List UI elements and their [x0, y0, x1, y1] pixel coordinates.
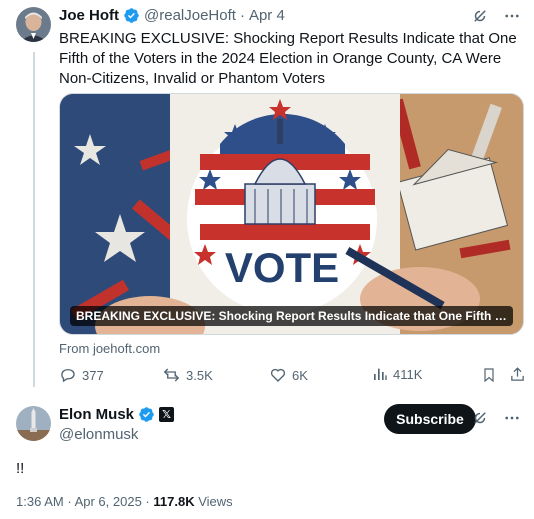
thread-line: [33, 52, 35, 387]
share-action[interactable]: [509, 366, 526, 383]
reply-date[interactable]: Apr 6, 2025: [75, 494, 142, 509]
reply-views-label: Views: [198, 494, 233, 509]
tweet-date[interactable]: Apr 4: [249, 7, 285, 24]
reply-text: !!: [16, 460, 25, 477]
x-logo-icon: 𝕏: [159, 407, 175, 422]
avatar-joe-hoft[interactable]: [16, 7, 51, 42]
reply-author-name[interactable]: Elon Musk: [59, 406, 134, 423]
subscribe-button[interactable]: Subscribe: [384, 404, 476, 434]
avatar-elon-musk[interactable]: [16, 406, 51, 441]
reply-time[interactable]: 1:36 AM: [16, 494, 64, 509]
vote-text: VOTE: [225, 244, 339, 291]
bookmark-icon: [484, 368, 494, 383]
tweet-top-actions: [470, 6, 522, 26]
media-image: VOTE: [60, 94, 523, 334]
reply-footer: 1:36 AM · Apr 6, 2025 · 117.8K Views: [16, 494, 233, 509]
separator-dot: ·: [145, 494, 150, 509]
tweet-actions: 377 3.5K 6K 411K: [59, 366, 527, 386]
bookmark-action[interactable]: [481, 366, 497, 384]
separator-dot: ·: [239, 7, 245, 24]
reply-count: 377: [82, 367, 104, 383]
like-count: 6K: [292, 367, 308, 383]
link-source[interactable]: From joehoft.com: [59, 341, 160, 356]
verified-badge-icon: [139, 407, 154, 422]
separator-dot: ·: [67, 494, 72, 509]
more-icon[interactable]: [502, 408, 522, 428]
share-icon: [511, 367, 524, 381]
reply-views-count: 117.8K: [153, 494, 195, 509]
views-count: 411K: [393, 366, 423, 382]
grok-icon[interactable]: [470, 6, 490, 26]
reply-action[interactable]: 377: [59, 366, 104, 384]
reply-top-actions: [470, 408, 522, 428]
like-icon: [270, 368, 286, 382]
views-action[interactable]: 411K: [372, 366, 422, 382]
tweet-header: Joe Hoft @realJoeHoft · Apr 4: [59, 7, 285, 24]
author-name[interactable]: Joe Hoft: [59, 7, 119, 24]
media-card[interactable]: VOTE BREAKING EXCLUSIVE: Shocking Report…: [59, 93, 524, 335]
author-handle[interactable]: @realJoeHoft: [144, 7, 236, 24]
repost-action[interactable]: 3.5K: [162, 366, 213, 384]
views-icon: [374, 368, 387, 380]
repost-icon: [163, 368, 180, 382]
grok-icon[interactable]: [470, 408, 490, 428]
like-action[interactable]: 6K: [269, 366, 308, 384]
more-icon[interactable]: [502, 6, 522, 26]
reply-icon: [61, 369, 75, 383]
media-caption: BREAKING EXCLUSIVE: Shocking Report Resu…: [70, 306, 513, 326]
reply-header: Elon Musk 𝕏: [59, 406, 175, 423]
verified-badge-icon: [124, 8, 139, 23]
tweet-text: BREAKING EXCLUSIVE: Shocking Report Resu…: [59, 30, 517, 87]
repost-count: 3.5K: [186, 367, 213, 383]
reply-author-handle[interactable]: @elonmusk: [59, 426, 138, 443]
